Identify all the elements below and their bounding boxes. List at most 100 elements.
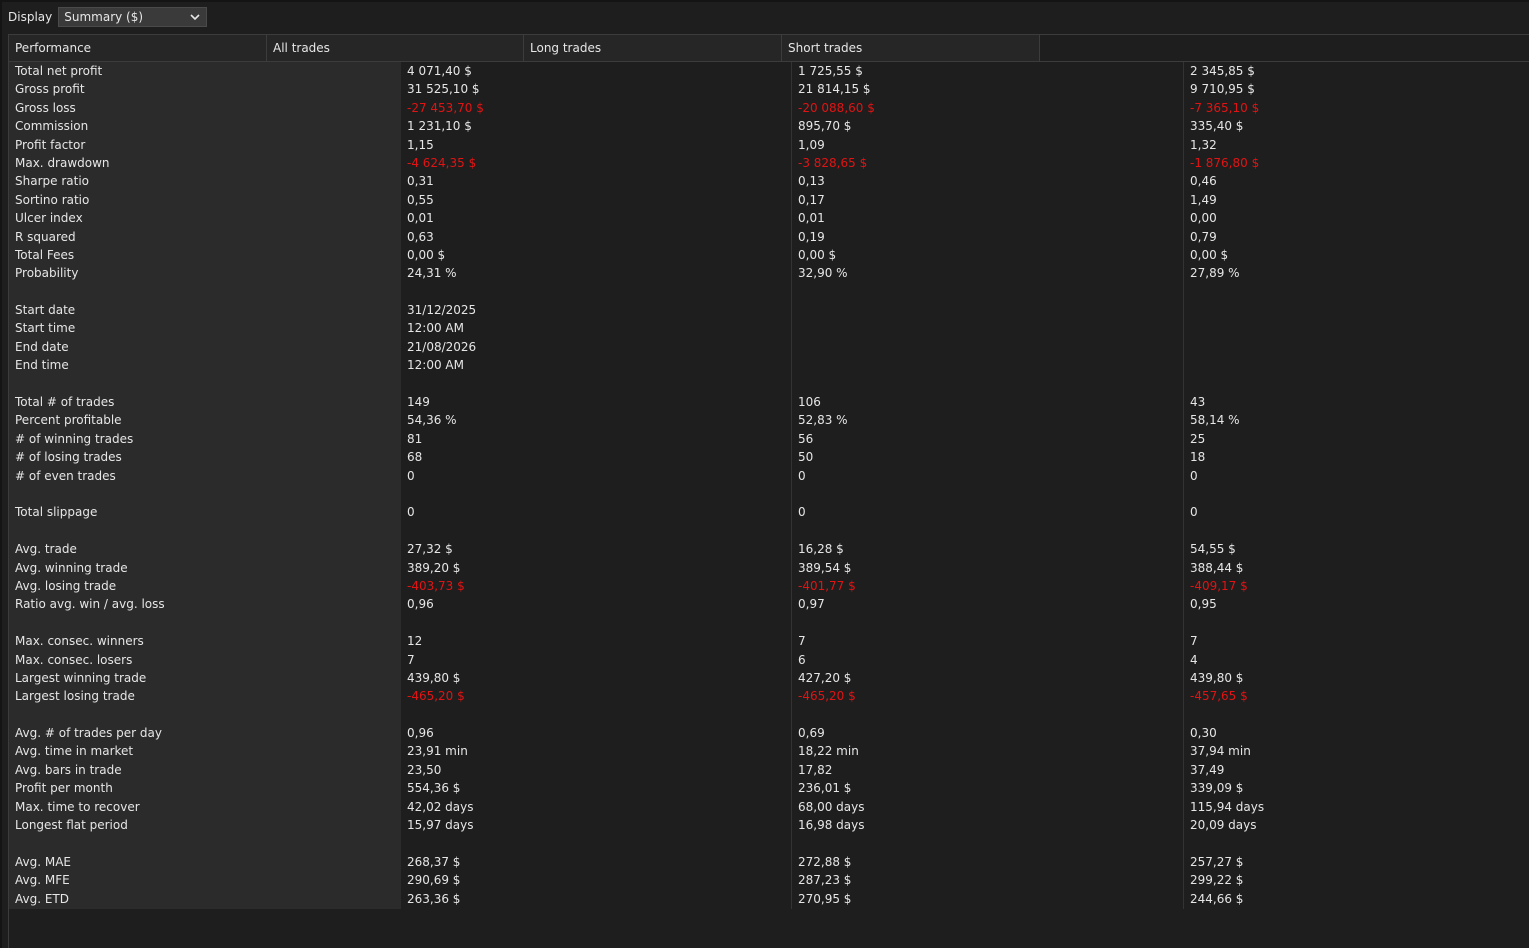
column-header-short-trades[interactable]: Short trades (782, 35, 1040, 61)
spacer-row (9, 614, 1529, 632)
window-left-border (0, 0, 2, 948)
table-row: Avg. # of trades per day 0,96 0,69 0,30 (9, 724, 1529, 742)
chevron-down-icon (190, 14, 200, 21)
short-trades-value: 257,27 $ (1190, 854, 1244, 869)
long-trades-value: 0,97 (798, 597, 825, 612)
row-label: Largest winning trade (15, 670, 147, 685)
table-row: Total Fees 0,00 $ 0,00 $ 0,00 $ (9, 246, 1529, 264)
all-trades-value: 0 (407, 468, 415, 483)
long-trades-value: 0,17 (798, 192, 825, 207)
row-label: Total slippage (15, 505, 98, 520)
all-trades-value: 0,96 (407, 597, 434, 612)
row-label: Largest losing trade (15, 689, 135, 704)
all-trades-value: -465,20 $ (407, 689, 465, 704)
row-label: Sortino ratio (15, 192, 90, 207)
table-row: R squared 0,63 0,19 0,79 (9, 228, 1529, 246)
table-row: Avg. MFE 290,69 $ 287,23 $ 299,22 $ (9, 871, 1529, 889)
short-trades-value: 0,46 (1190, 174, 1217, 189)
row-label: Longest flat period (15, 818, 128, 833)
short-trades-value: 0,30 (1190, 726, 1217, 741)
table-row: Start date 31/12/2025 (9, 301, 1529, 319)
long-trades-value: -465,20 $ (798, 689, 856, 704)
row-label: Max. consec. winners (15, 634, 144, 649)
table-row: Gross loss -27 453,70 $ -20 088,60 $ -7 365… (9, 99, 1529, 117)
all-trades-value: 4 071,40 $ (407, 64, 472, 78)
long-trades-value: 16,98 days (798, 818, 865, 833)
row-label: Ulcer index (15, 211, 83, 226)
long-trades-value: 7 (798, 634, 806, 649)
row-label: Avg. losing trade (15, 578, 117, 593)
long-trades-value: 0 (798, 468, 806, 483)
all-trades-value: 31 525,10 $ (407, 82, 480, 97)
column-header-all-trades[interactable]: All trades (267, 35, 524, 61)
all-trades-value: 21/08/2026 (407, 339, 477, 354)
table-row: Total # of trades 149 106 43 (9, 393, 1529, 411)
short-trades-value: 25 (1190, 431, 1206, 446)
long-trades-value: 50 (798, 450, 814, 465)
table-row: Max. drawdown -4 624,35 $ -3 828,65 $ -1 87… (9, 154, 1529, 172)
grid-header: Performance All trades Long trades Short… (9, 35, 1529, 62)
all-trades-value: 554,36 $ (407, 781, 461, 796)
display-dropdown[interactable]: Summary ($) (58, 7, 208, 27)
table-row: Avg. ETD 263,36 $ 270,95 $ 244,66 $ (9, 890, 1529, 908)
all-trades-value: 68 (407, 450, 423, 465)
display-dropdown-value: Summary ($) (64, 10, 144, 24)
table-row: Total net profit 4 071,40 $ 1 725,55 $ 2 34… (9, 62, 1529, 80)
grid-body: Total net profit 4 071,40 $ 1 725,55 $ 2 34… (9, 62, 1529, 908)
row-label: Gross profit (15, 82, 85, 97)
all-trades-value: 24,31 % (407, 266, 457, 281)
long-trades-value: 106 (798, 395, 821, 410)
long-trades-value: 270,95 $ (798, 891, 852, 906)
table-row: Avg. losing trade -403,73 $ -401,77 $ -409,… (9, 577, 1529, 595)
row-label: R squared (15, 229, 76, 244)
row-label: Start date (15, 303, 76, 318)
short-trades-value: 4 (1190, 652, 1198, 667)
row-label: Avg. MFE (15, 873, 70, 888)
column-header-long-trades[interactable]: Long trades (524, 35, 782, 61)
long-trades-value: 18,22 min (798, 744, 859, 759)
short-trades-value: 0,79 (1190, 229, 1217, 244)
table-row: Avg. bars in trade 23,50 17,82 37,49 (9, 761, 1529, 779)
short-trades-value: 37,49 (1190, 762, 1225, 777)
all-trades-value: 1,15 (407, 137, 434, 152)
all-trades-value: 23,91 min (407, 744, 468, 759)
short-trades-value: 9 710,95 $ (1190, 82, 1255, 97)
table-row: Longest flat period 15,97 days 16,98 days 2… (9, 816, 1529, 834)
table-row: Max. time to recover 42,02 days 68,00 days… (9, 798, 1529, 816)
row-label: Avg. MAE (15, 854, 71, 869)
row-label: Avg. ETD (15, 891, 70, 906)
spacer-row (9, 375, 1529, 393)
short-trades-value: 20,09 days (1190, 818, 1257, 833)
window-top-border (0, 0, 1529, 2)
short-trades-value: 0 (1190, 468, 1198, 483)
table-row: End time 12:00 AM (9, 356, 1529, 374)
all-trades-value: 0,31 (407, 174, 434, 189)
all-trades-value: 1 231,10 $ (407, 119, 472, 134)
long-trades-value: 427,20 $ (798, 670, 852, 685)
all-trades-value: 149 (407, 395, 430, 410)
short-trades-value: 2 345,85 $ (1190, 64, 1255, 78)
table-row: Largest winning trade 439,80 $ 427,20 $ 439… (9, 669, 1529, 687)
short-trades-value: 43 (1190, 395, 1206, 410)
table-row: Commission 1 231,10 $ 895,70 $ 335,40 $ (9, 117, 1529, 135)
all-trades-value: 31/12/2025 (407, 303, 477, 318)
long-trades-value: 52,83 % (798, 413, 848, 428)
table-row: End date 21/08/2026 (9, 338, 1529, 356)
spacer-row (9, 834, 1529, 852)
long-trades-value: 21 814,15 $ (798, 82, 871, 97)
table-row: Profit factor 1,15 1,09 1,32 (9, 136, 1529, 154)
short-trades-value: 244,66 $ (1190, 891, 1244, 906)
short-trades-value: 1,32 (1190, 137, 1217, 152)
long-trades-value: 0,19 (798, 229, 825, 244)
strategy-performance-window: Display Summary ($) Performance All trad… (0, 0, 1529, 948)
column-header-performance[interactable]: Performance (9, 35, 267, 61)
table-row: Probability 24,31 % 32,90 % 27,89 % (9, 264, 1529, 282)
all-trades-value: 290,69 $ (407, 873, 461, 888)
long-trades-value: -401,77 $ (798, 578, 856, 593)
row-label: Profit factor (15, 137, 86, 152)
row-label: # of even trades (15, 468, 116, 483)
all-trades-value: 12 (407, 634, 423, 649)
row-label: Avg. trade (15, 542, 77, 557)
table-row: Total slippage 0 0 0 (9, 503, 1529, 521)
row-label: Total Fees (15, 247, 75, 262)
